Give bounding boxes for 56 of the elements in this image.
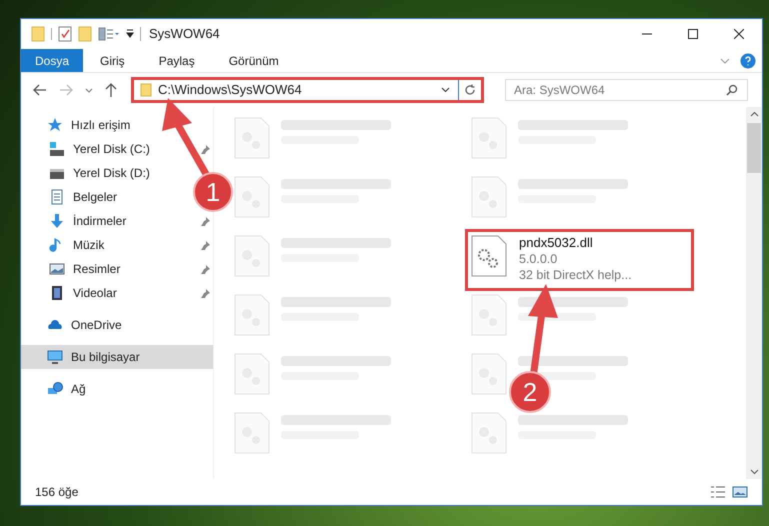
ribbon-tab[interactable]: Paylaş xyxy=(142,49,212,72)
minimize-icon xyxy=(642,33,652,35)
nav-item[interactable]: Ağ xyxy=(21,377,90,401)
nav-item[interactable]: OneDrive xyxy=(21,313,126,337)
address-path: C:\Windows\SysWOW64 xyxy=(158,81,302,100)
pin-icon[interactable] xyxy=(201,288,211,298)
refresh-icon[interactable] xyxy=(464,84,476,96)
search-field[interactable]: Ara: SysWOW64 xyxy=(505,79,748,101)
scrollbar-thumb[interactable] xyxy=(747,123,761,173)
details-view-icon[interactable] xyxy=(710,485,726,499)
maximize-icon xyxy=(688,29,698,39)
nav-item[interactable]: Videolar xyxy=(21,281,121,305)
file-detail: 32 bit DirectX help... xyxy=(519,267,632,283)
large-icons-view-icon[interactable] xyxy=(732,485,748,499)
docs-icon xyxy=(49,189,65,205)
chevron-down-icon[interactable] xyxy=(441,87,450,93)
ribbon-tab[interactable]: Görünüm xyxy=(212,49,296,72)
pin-icon[interactable] xyxy=(201,144,211,154)
nav-item[interactable]: İndirmeler xyxy=(21,209,130,233)
nav-item[interactable]: Yerel Disk (C:) xyxy=(21,137,154,161)
chevron-up-icon[interactable] xyxy=(750,111,758,117)
nav-item[interactable]: Resimler xyxy=(21,257,124,281)
close-icon xyxy=(734,29,744,39)
pin-icon[interactable] xyxy=(201,216,211,226)
videos-icon xyxy=(49,285,65,301)
folder-icon xyxy=(140,83,152,97)
address-bar[interactable]: C:\Windows\SysWOW64 xyxy=(131,77,484,103)
network-icon xyxy=(47,381,63,397)
nav-item[interactable]: Bu bilgisayar xyxy=(21,345,213,369)
chevron-down-icon[interactable] xyxy=(750,469,758,475)
caret-icon[interactable] xyxy=(126,29,134,39)
nav-item[interactable]: Yerel Disk (D:) xyxy=(21,161,154,185)
pin-icon[interactable] xyxy=(201,240,211,250)
item-count: 156 öğe xyxy=(35,484,78,501)
star-icon xyxy=(47,117,63,133)
scrollbar[interactable] xyxy=(746,107,762,479)
pictures-icon xyxy=(49,261,65,277)
pc-icon xyxy=(47,349,63,365)
drive-c-icon xyxy=(49,141,65,157)
back-arrow-icon[interactable] xyxy=(33,84,47,96)
file-name[interactable]: pndx5032.dll xyxy=(519,235,632,251)
ribbon-tab[interactable]: Giriş xyxy=(83,49,142,72)
nav-item[interactable]: Belgeler xyxy=(21,185,122,209)
download-icon xyxy=(49,213,65,229)
ribbon-tab[interactable]: Dosya xyxy=(21,49,84,72)
pin-icon[interactable] xyxy=(201,264,211,274)
window-title: SysWOW64 xyxy=(149,25,220,44)
dll-file-icon[interactable] xyxy=(471,235,507,277)
layout-icon[interactable] xyxy=(98,27,120,41)
checklist-icon[interactable] xyxy=(58,26,72,42)
file-detail: 5.0.0.0 xyxy=(519,251,558,267)
help-icon[interactable] xyxy=(740,52,756,68)
up-arrow-icon[interactable] xyxy=(105,83,117,97)
nav-item[interactable]: Müzik xyxy=(21,233,108,257)
search-icon xyxy=(726,84,738,96)
nav-item[interactable]: Hızlı erişim xyxy=(21,113,134,137)
